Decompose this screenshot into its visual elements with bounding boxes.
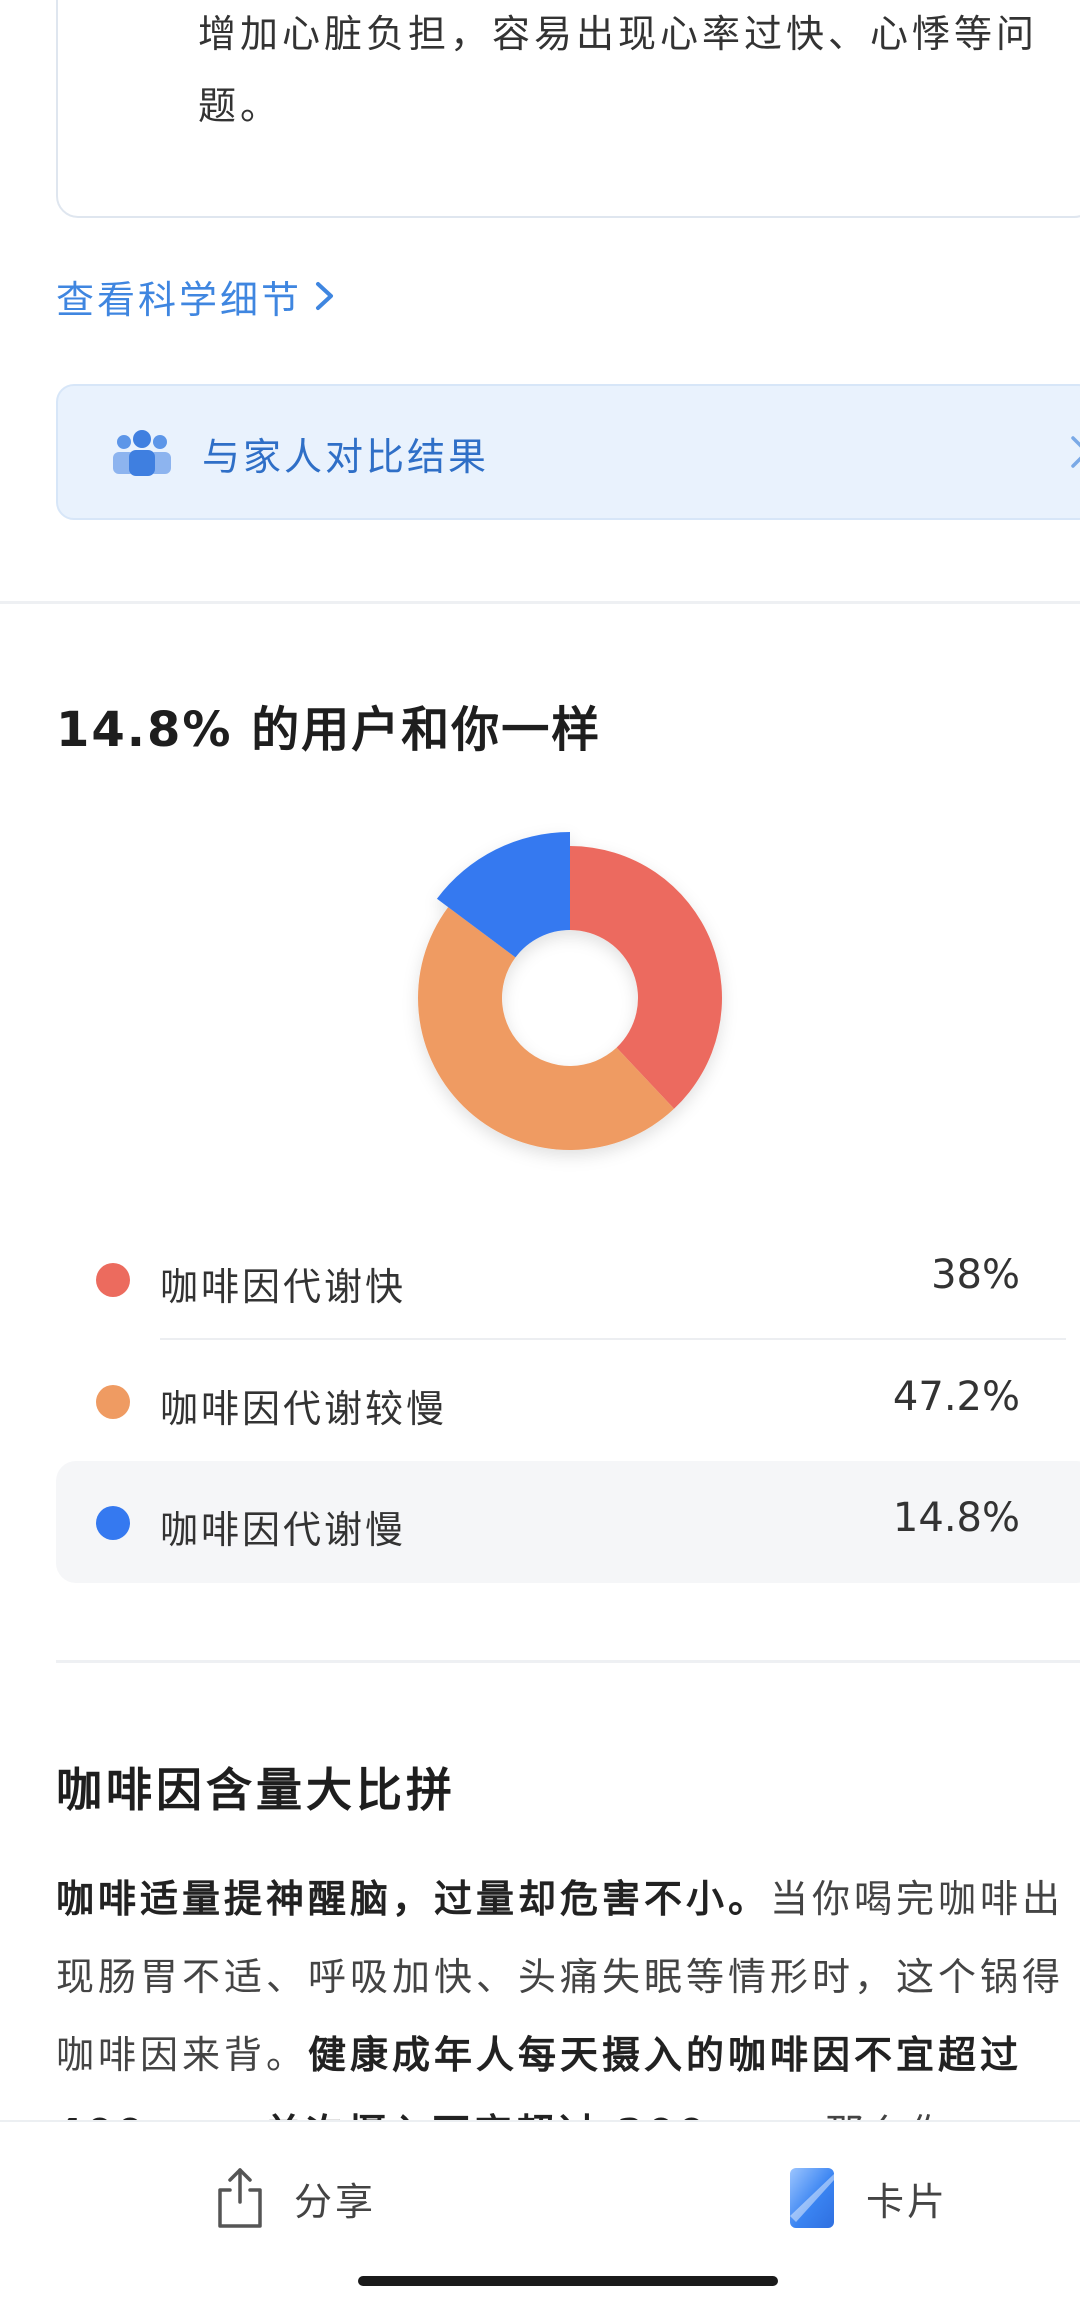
paragraph-text: 。那么你 [783,2111,951,2120]
info-card-text: 增加心脏负担，容易出现心率过快、心悸等问题。 [198,12,1039,128]
share-label: 分享 [294,2179,377,2224]
section-divider [56,1660,1080,1663]
stats-title: 14.8% 的用户和你一样 [56,702,602,758]
family-icon [113,430,171,476]
chevron-right-icon [316,282,334,310]
card-button[interactable]: 卡片 [784,2158,948,2238]
share-button[interactable]: 分享 [212,2158,376,2238]
legend-dot [96,1263,130,1297]
legend-label: 咖啡因代谢较慢 [160,1387,448,1431]
section-title: 咖啡因含量大比拼 [56,1763,456,1817]
content-scroll-area[interactable]: 增加心脏负担，容易出现心率过快、心悸等问题。 查看科学细节 与家人对比结果 14… [0,0,1080,2120]
info-card: 增加心脏负担，容易出现心率过快、心悸等问题。 [56,0,1080,218]
section-divider [0,601,1080,604]
family-compare-button[interactable]: 与家人对比结果 [56,384,1080,520]
card-label: 卡片 [866,2179,949,2224]
legend-dot [96,1506,130,1540]
legend-label: 咖啡因代谢慢 [160,1508,407,1552]
legend-value: 14.8% [892,1495,1020,1541]
home-indicator[interactable] [358,2276,778,2286]
legend-label: 咖啡因代谢快 [160,1265,407,1309]
legend-row-slow[interactable]: 咖啡因代谢慢 14.8% [56,1461,1080,1583]
legend-row-fast[interactable]: 咖啡因代谢快 38% [56,1218,1080,1340]
legend-row-slower[interactable]: 咖啡因代谢较慢 47.2% [56,1340,1080,1462]
legend-dot [96,1385,130,1419]
family-compare-label: 与家人对比结果 [202,435,490,479]
science-details-link[interactable]: 查看科学细节 [56,266,336,326]
donut-chart [418,832,722,1150]
legend-value: 47.2% [892,1374,1020,1420]
legend-value: 38% [931,1252,1020,1298]
section-paragraph: 咖啡适量提神醒脑，过量却危害不小。当你喝完咖啡出现肠胃不适、呼吸加快、头痛失眠等… [56,1860,1080,2120]
chevron-right-icon [1071,436,1080,468]
science-details-label: 查看科学细节 [56,277,303,322]
card-icon [790,2168,834,2228]
share-icon [218,2168,262,2228]
paragraph-bold: 咖啡适量提神醒脑，过量却危害不小。 [56,1877,771,1921]
